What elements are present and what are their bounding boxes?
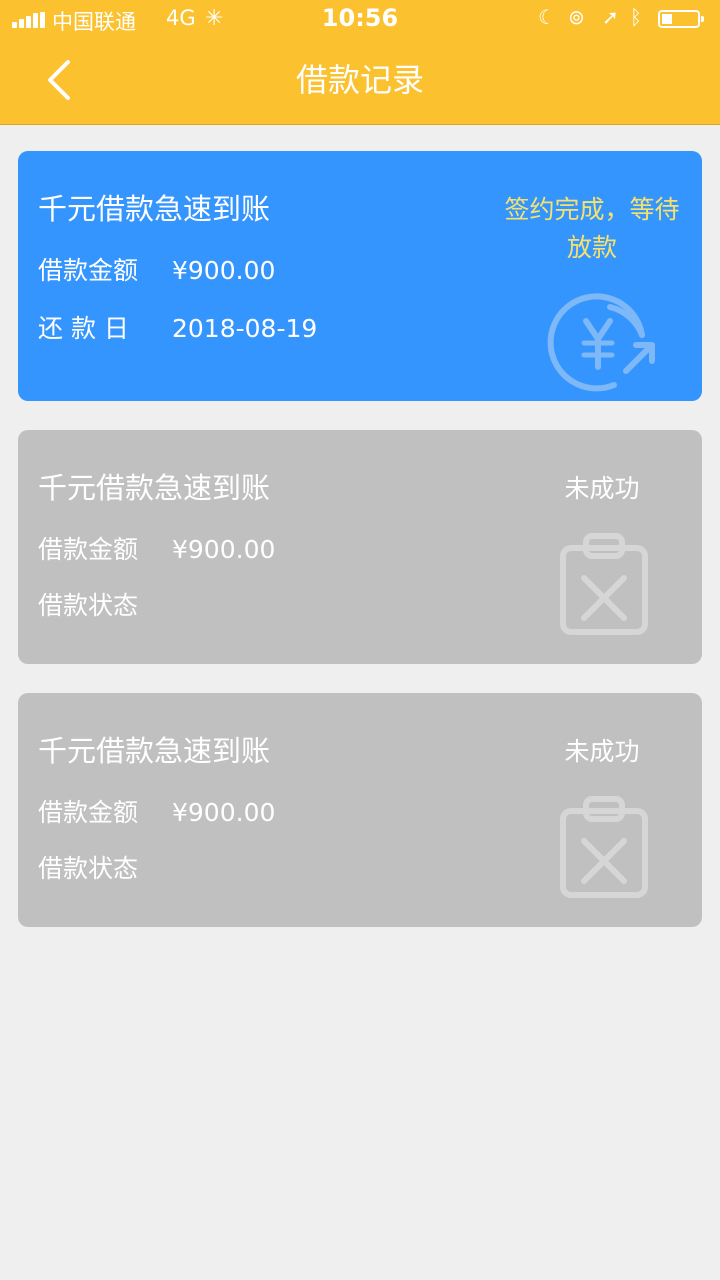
location-arrow-icon: ➚ (602, 5, 619, 29)
loan-product-title: 千元借款急速到账 (38, 471, 271, 505)
moon-icon: ☾ (538, 5, 556, 29)
loan-record-card[interactable]: 千元借款急速到账 借款金额 ¥900.00 还 款 日 2018-08-19 签约完… (18, 151, 702, 401)
loan-product-title: 千元借款急速到账 (38, 192, 271, 226)
loan-status-label: 借款状态 (38, 591, 139, 620)
rotation-lock-icon: ⊚ (568, 5, 585, 29)
loan-status-text: 签约完成，等待放款 (504, 195, 680, 262)
loan-amount-label: 借款金额 (38, 535, 139, 564)
app-header: 中国联通 4G ✳ 10:56 ☾ ⊚ ➚ ᛒ 借款记录 (0, 0, 720, 125)
loan-amount-row: 借款金额 ¥900.00 (38, 534, 275, 566)
clipboard-x-icon (560, 796, 648, 898)
loan-status-text: 未成功 (564, 474, 640, 503)
loan-status-text: 未成功 (564, 737, 640, 766)
loan-amount-value: ¥900.00 (172, 798, 276, 827)
loan-status-row: 借款状态 (38, 853, 172, 885)
clipboard-x-icon (560, 533, 648, 635)
loan-record-card[interactable]: 千元借款急速到账 借款金额 ¥900.00 借款状态 未成功 (18, 430, 702, 664)
loan-amount-value: ¥900.00 (172, 256, 276, 285)
loan-amount-value: ¥900.00 (172, 535, 276, 564)
loan-amount-label: 借款金额 (38, 798, 139, 827)
loan-amount-label: 借款金额 (38, 256, 139, 285)
status-bar: 中国联通 4G ✳ 10:56 ☾ ⊚ ➚ ᛒ (0, 0, 720, 40)
loan-amount-row: 借款金额 ¥900.00 (38, 255, 275, 287)
loan-product-title: 千元借款急速到账 (38, 734, 271, 768)
yuan-refresh-icon (547, 293, 655, 392)
bluetooth-icon: ᛒ (630, 5, 642, 29)
loan-status-label: 借款状态 (38, 854, 139, 883)
loan-amount-row: 借款金额 ¥900.00 (38, 797, 275, 829)
loan-status-row: 借款状态 (38, 590, 172, 622)
loan-record-card[interactable]: 千元借款急速到账 借款金额 ¥900.00 借款状态 未成功 (18, 693, 702, 927)
repayment-date-value: 2018-08-19 (172, 314, 318, 343)
page-title: 借款记录 (295, 61, 424, 99)
repayment-date-row: 还 款 日 2018-08-19 (38, 313, 317, 345)
battery-icon (658, 10, 704, 28)
repayment-date-label: 还 款 日 (38, 314, 129, 343)
